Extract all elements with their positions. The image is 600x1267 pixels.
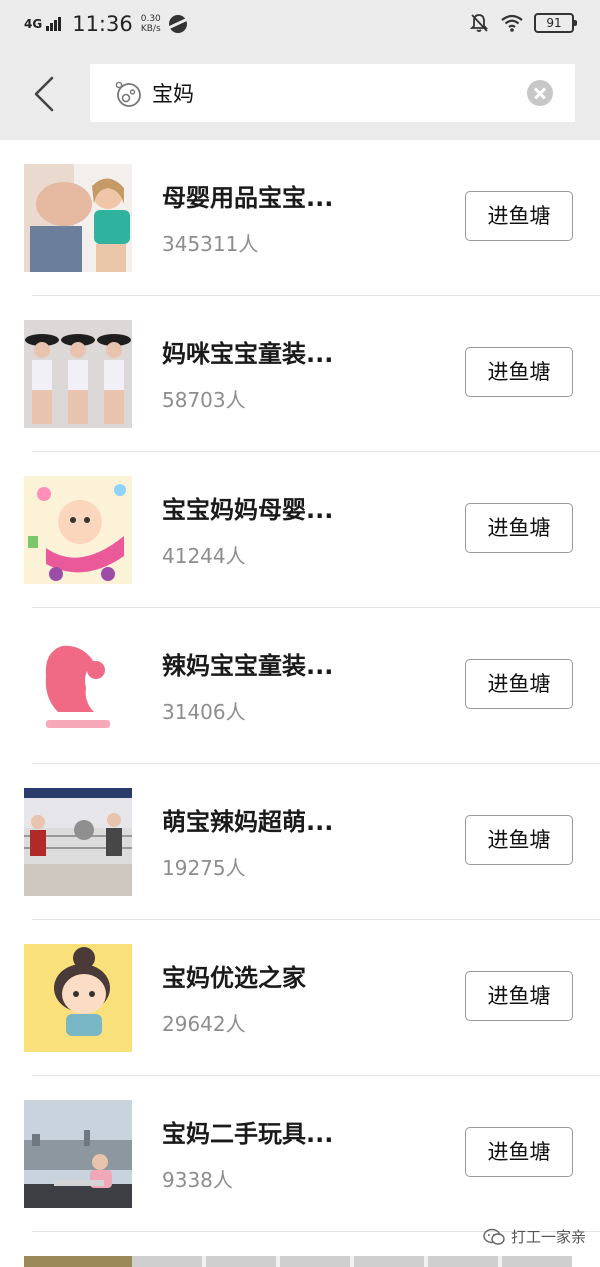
clock: 11:36 — [72, 12, 133, 36]
clear-search-button[interactable] — [527, 80, 553, 106]
group-title: 妈咪宝宝童装... — [162, 340, 334, 368]
join-pond-button[interactable]: 进鱼塘 — [465, 1127, 573, 1177]
group-thumbnail — [24, 1100, 132, 1208]
watermark-text: 打工一家亲 — [510, 1228, 586, 1246]
network-type: 4G — [24, 17, 43, 31]
group-title: 宝妈二手玩具... — [162, 1120, 334, 1148]
list-item[interactable]: 妈咪宝宝童装... 58703人 进鱼塘 — [0, 296, 600, 452]
member-count: 29642人 — [162, 1012, 246, 1036]
group-title: 宝妈优选之家 — [162, 964, 306, 992]
status-bar: 4G 11:36 0.30 KB/s 91 — [0, 0, 600, 48]
chevron-left-icon — [34, 76, 54, 112]
network-speed: 0.30 KB/s — [141, 14, 161, 34]
group-title: 辣妈宝宝童装... — [162, 652, 334, 680]
join-pond-button[interactable]: 进鱼塘 — [465, 191, 573, 241]
list-item[interactable]: 辣妈宝宝童装... 31406人 进鱼塘 — [0, 608, 600, 764]
fish-pond-result-list: 母婴用品宝宝... 345311人 进鱼塘 妈咪宝宝童装... 58703人 进… — [0, 140, 600, 1232]
group-thumbnail — [24, 788, 132, 896]
join-pond-button[interactable]: 进鱼塘 — [465, 971, 573, 1021]
partial-content — [132, 1256, 572, 1267]
search-input[interactable]: 宝妈 — [90, 64, 575, 122]
member-count: 19275人 — [162, 856, 246, 880]
search-query-text: 宝妈 — [152, 82, 194, 106]
muted-bell-icon — [469, 14, 489, 32]
network-speed-unit: KB/s — [140, 24, 161, 34]
group-title: 宝宝妈妈母婴... — [162, 496, 334, 524]
member-count: 9338人 — [162, 1168, 233, 1192]
group-title: 萌宝辣妈超萌... — [162, 808, 334, 836]
signal-icon — [46, 17, 62, 31]
list-item[interactable]: 母婴用品宝宝... 345311人 进鱼塘 — [0, 140, 600, 296]
member-count: 41244人 — [162, 544, 246, 568]
fish-pond-search-icon — [115, 81, 141, 107]
wifi-icon — [501, 14, 523, 32]
join-pond-button[interactable]: 进鱼塘 — [465, 347, 573, 397]
group-thumbnail — [24, 632, 132, 740]
join-pond-button[interactable]: 进鱼塘 — [465, 503, 573, 553]
app-notification-icon — [168, 15, 187, 33]
group-thumbnail — [24, 944, 132, 1052]
battery-icon: 91 — [534, 13, 577, 33]
group-thumbnail — [24, 476, 132, 584]
join-pond-button[interactable]: 进鱼塘 — [465, 659, 573, 709]
back-button[interactable] — [26, 74, 66, 114]
group-title: 母婴用品宝宝... — [162, 184, 334, 212]
wechat-icon — [483, 1228, 505, 1245]
group-thumbnail — [24, 320, 132, 428]
member-count: 58703人 — [162, 388, 246, 412]
list-item[interactable]: 宝妈二手玩具... 9338人 进鱼塘 — [0, 1076, 600, 1232]
list-item[interactable]: 宝妈优选之家 29642人 进鱼塘 — [0, 920, 600, 1076]
search-header: 宝妈 — [0, 48, 600, 140]
list-item[interactable]: 萌宝辣妈超萌... 19275人 进鱼塘 — [0, 764, 600, 920]
member-count: 31406人 — [162, 700, 246, 724]
watermark: 打工一家亲 — [483, 1226, 586, 1247]
join-pond-button[interactable]: 进鱼塘 — [465, 815, 573, 865]
group-thumbnail — [24, 1256, 132, 1267]
network-speed-value: 0.30 — [140, 14, 161, 24]
list-item[interactable]: 宝宝妈妈母婴... 41244人 进鱼塘 — [0, 452, 600, 608]
member-count: 345311人 — [162, 232, 259, 256]
group-thumbnail — [24, 164, 132, 272]
